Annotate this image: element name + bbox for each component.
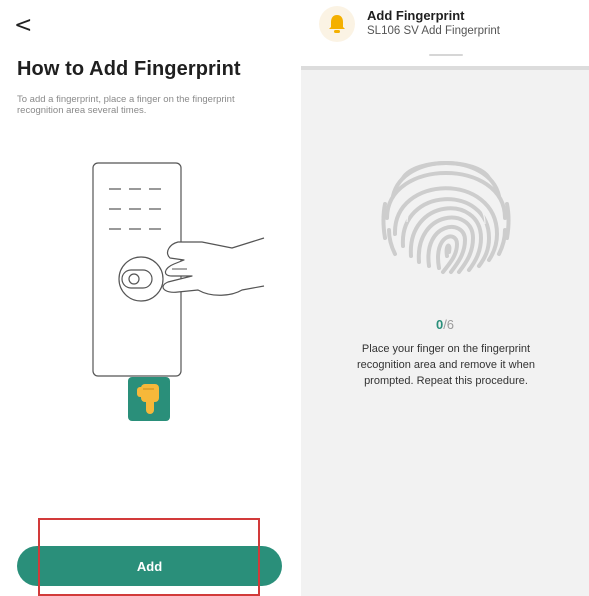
progress-total: /6	[443, 317, 455, 332]
sheet-divider	[301, 66, 589, 70]
enrollment-sheet: 0/6 Place your finger on the fingerprint…	[301, 54, 589, 596]
how-to-add-fingerprint-screen: < How to Add Fingerprint To add a finger…	[0, 0, 300, 596]
page-description: To add a fingerprint, place a finger on …	[17, 94, 235, 116]
fingerprint-icon	[381, 161, 511, 274]
notification-title: Add Fingerprint	[367, 8, 465, 23]
back-button[interactable]: <	[14, 12, 38, 40]
enrollment-progress: 0/6	[301, 317, 589, 332]
notification-subtitle: SL106 SV Add Fingerprint	[367, 25, 500, 37]
door-lock-fingerprint-illustration	[92, 162, 265, 421]
page-title: How to Add Fingerprint	[17, 58, 241, 80]
notification-banner[interactable]: Add Fingerprint SL106 SV Add Fingerprint	[301, 0, 589, 66]
enrollment-instructions: Place your finger on the fingerprint rec…	[357, 343, 535, 387]
add-fingerprint-button[interactable]: Add	[17, 546, 282, 586]
fingerprint-enrollment-screen: Add Fingerprint SL106 SV Add Fingerprint	[301, 0, 589, 596]
bell-icon	[329, 15, 345, 33]
notification-icon-container	[319, 6, 355, 42]
drag-handle[interactable]	[429, 54, 463, 56]
